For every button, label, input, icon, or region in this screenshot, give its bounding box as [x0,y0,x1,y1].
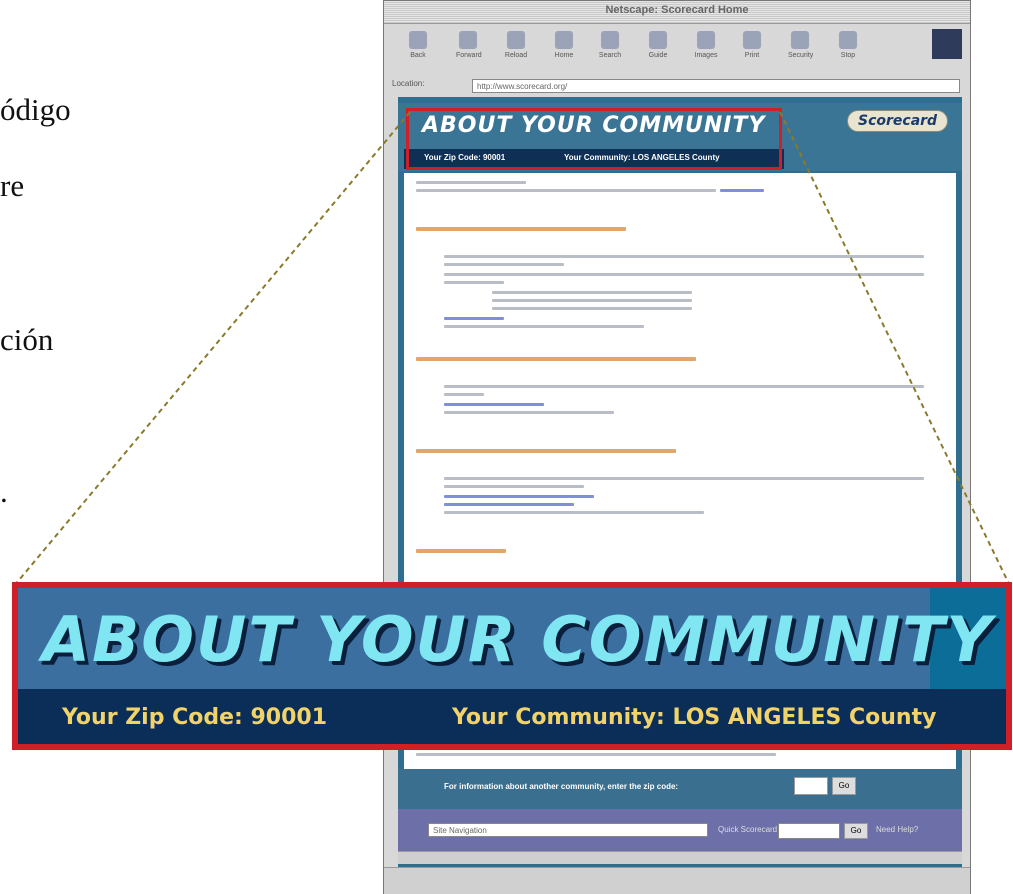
text-link[interactable] [444,317,504,320]
location-bar: Location: http://www.scorecard.org/ [392,79,962,95]
text-line [444,273,924,276]
horizontal-scrollbar[interactable] [398,851,962,864]
guide-button[interactable]: Guide [646,31,670,59]
text-line [444,511,704,514]
scorecard-logo[interactable]: Scorecard [847,110,949,132]
back-arrow-icon [409,31,427,49]
quick-scorecard-go-button[interactable]: Go [844,823,868,839]
security-label: Security [788,52,814,59]
section-heading [416,449,676,453]
security-button[interactable]: Security [788,31,814,59]
back-button[interactable]: Back [406,31,430,59]
home-icon [555,31,573,49]
location-label: Location: [392,79,425,88]
text-line [444,255,924,258]
quick-scorecard-input[interactable] [778,823,840,839]
location-url-field[interactable]: http://www.scorecard.org/ [472,79,960,93]
print-label: Print [744,52,760,59]
stop-label: Stop [840,52,856,59]
stop-button[interactable]: Stop [836,31,860,59]
text-link[interactable] [720,189,764,192]
zip-lookup-go-button[interactable]: Go [832,777,856,795]
reload-label: Reload [504,52,528,59]
zoomed-banner-title: ABOUT YOUR COMMUNITY [42,603,994,676]
text-line [492,291,692,294]
zip-lookup-prompt: For information about another community,… [444,782,679,791]
reload-icon [507,31,525,49]
section-heading [416,357,696,361]
text-line [444,325,644,328]
text-line [492,299,692,302]
slide-text-fragment: ción [0,322,54,357]
reload-button[interactable]: Reload [504,31,528,59]
zoomed-zip-code: Your Zip Code: 90001 [62,705,328,730]
slide-text-fragment: ódigo [0,92,71,127]
text-line [416,189,716,192]
forward-button[interactable]: Forward [456,31,482,59]
text-link[interactable] [444,403,544,406]
text-link[interactable] [444,503,574,506]
home-label: Home [554,52,574,59]
stop-icon [839,31,857,49]
images-button[interactable]: Images [694,31,718,59]
search-button[interactable]: Search [598,31,622,59]
text-line [492,307,692,310]
guide-label: Guide [648,52,668,59]
section-heading [416,227,626,231]
print-icon [743,31,761,49]
home-button[interactable]: Home [552,31,576,59]
text-line [444,393,484,396]
images-label: Images [694,52,718,59]
window-title: Netscape: Scorecard Home [605,4,749,16]
print-button[interactable]: Print [740,31,764,59]
forward-label: Forward [456,52,482,59]
text-line [444,281,504,284]
text-line [416,181,526,184]
slide-text-fragment: . [0,474,8,509]
window-titlebar[interactable]: Netscape: Scorecard Home [384,1,970,24]
status-bar [384,867,970,894]
zip-lookup-input[interactable] [794,777,828,795]
slide-text-fragment: re [0,168,25,203]
text-line [444,385,924,388]
text-line [416,753,776,756]
section-heading [416,549,506,553]
need-help-link[interactable]: Need Help? [876,825,918,834]
search-label: Search [598,52,622,59]
text-line [444,263,564,266]
zoomed-community: Your Community: LOS ANGELES County [452,705,937,730]
back-label: Back [410,52,426,59]
search-icon [601,31,619,49]
images-icon [697,31,715,49]
text-line [444,477,924,480]
guide-icon [649,31,667,49]
site-navigation-select[interactable]: Site Navigation [428,823,708,837]
forward-arrow-icon [459,31,477,49]
security-icon [791,31,809,49]
netscape-logo-icon [932,29,962,59]
text-line [444,485,584,488]
text-link[interactable] [444,495,594,498]
highlight-box [406,108,782,170]
text-line [444,411,614,414]
callout-line-left [13,111,411,587]
quick-scorecard-label: Quick Scorecard [718,825,778,834]
